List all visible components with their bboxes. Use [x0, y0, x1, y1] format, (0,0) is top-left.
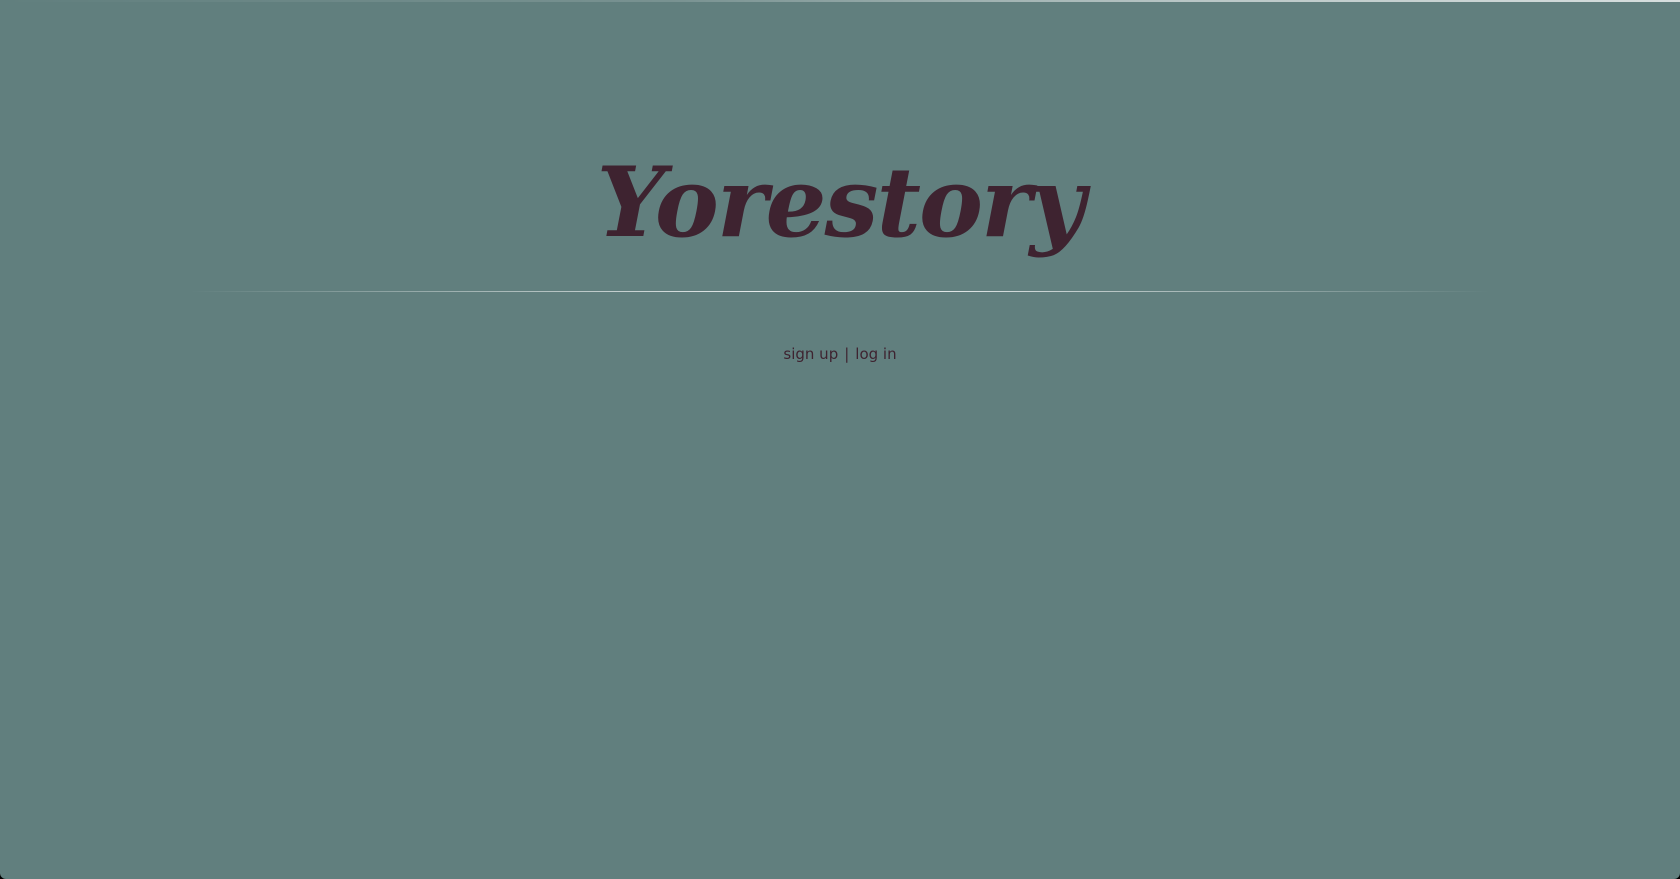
- signup-link[interactable]: sign up: [783, 345, 838, 363]
- login-link[interactable]: log in: [855, 345, 896, 363]
- page: Yorestory sign up | log in: [0, 0, 1680, 879]
- header-divider: [190, 291, 1490, 292]
- window-top-edge: [0, 0, 1680, 2]
- auth-separator: |: [844, 345, 850, 363]
- brand-logo[interactable]: Yorestory: [0, 150, 1680, 256]
- auth-links: sign up | log in: [0, 345, 1680, 363]
